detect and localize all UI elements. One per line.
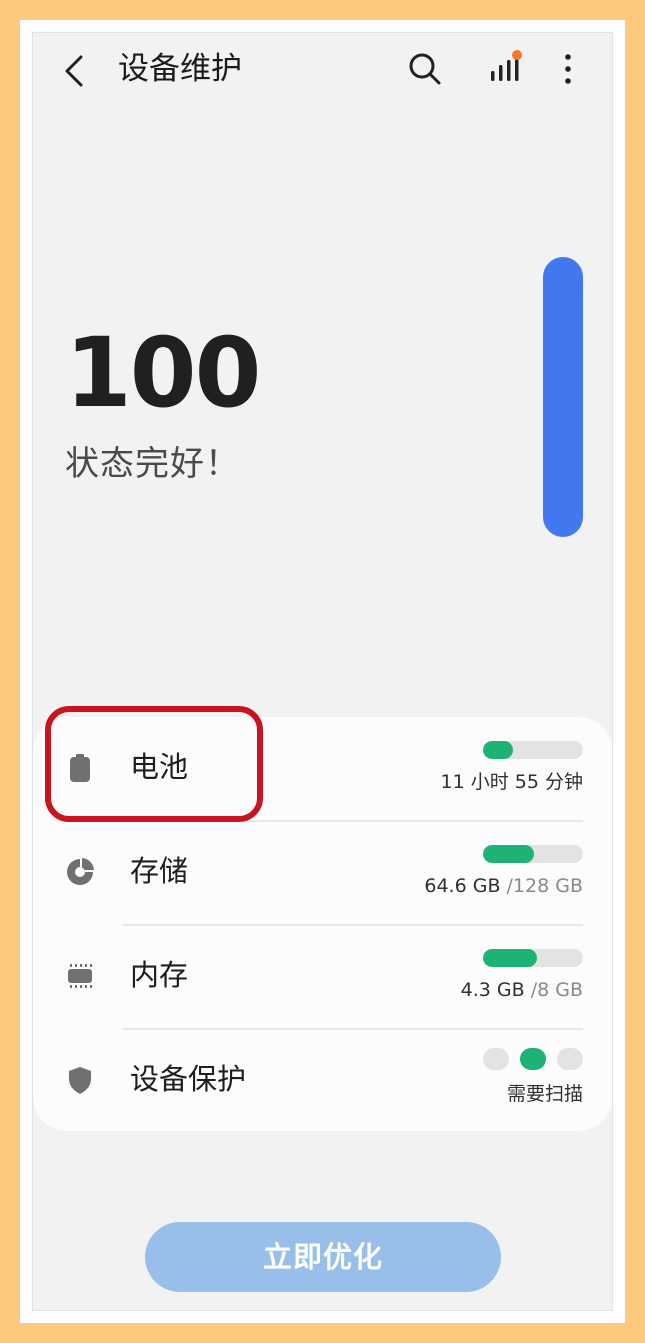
memory-usage-text: 4.3 GB /8 GB [460, 979, 583, 1001]
device-protection-label: 设备保护 [130, 1062, 247, 1096]
battery-highlight-box [45, 706, 263, 822]
page-title: 设备维护 [118, 51, 242, 87]
storage-usage-bar [483, 845, 583, 863]
shield-icon [65, 1065, 95, 1095]
storage-item[interactable]: 存储 64.6 GB /128 GB [33, 821, 612, 925]
optimize-now-button[interactable]: 立即优化 [145, 1222, 501, 1292]
more-options-icon[interactable] [559, 49, 577, 89]
stats-icon[interactable] [489, 49, 523, 85]
memory-label: 内存 [130, 958, 189, 992]
storage-label: 存储 [130, 854, 189, 888]
battery-time-remaining: 11 小时 55 分钟 [440, 771, 583, 793]
back-icon[interactable] [61, 51, 89, 91]
health-status-text: 状态完好！ [65, 444, 240, 484]
storage-usage-text: 64.6 GB /128 GB [424, 875, 583, 897]
protection-status-text: 需要扫描 [506, 1083, 583, 1105]
memory-item[interactable]: 内存 4.3 GB /8 GB [33, 925, 612, 1029]
device-care-screen: 设备维护 100 状态完好！ 电池 11 小时 55 分钟 存储 64.6 GB… [32, 32, 613, 1311]
status-dot [520, 1048, 546, 1070]
storage-icon [65, 857, 95, 887]
memory-icon [65, 961, 95, 991]
status-dot [557, 1048, 583, 1070]
search-icon[interactable] [407, 51, 443, 87]
battery-level-bar [483, 741, 583, 759]
memory-usage-bar [483, 949, 583, 967]
health-score: 100 [65, 317, 261, 429]
status-dot [483, 1048, 509, 1070]
score-level-bar [543, 257, 583, 537]
device-protection-item[interactable]: 设备保护 需要扫描 [33, 1029, 612, 1133]
protection-status-dots [483, 1048, 583, 1070]
